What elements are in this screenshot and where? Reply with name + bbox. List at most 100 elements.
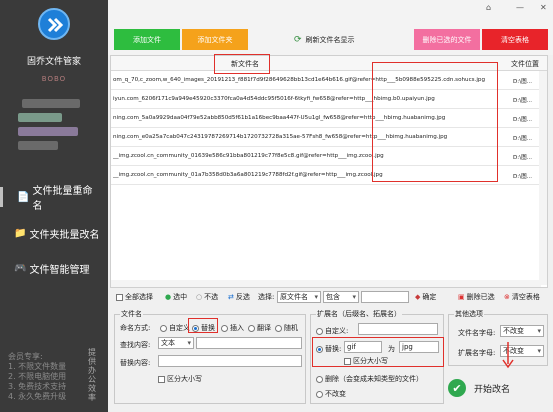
add-file-button[interactable]: 添加文件 — [114, 29, 180, 50]
nav-smart-manage[interactable]: 🎮 文件智能管理 — [14, 258, 108, 278]
mode-translate-radio[interactable]: 翻译 — [248, 323, 271, 333]
refresh-label: 刷新文件名显示 — [305, 35, 355, 44]
check-selected-button[interactable]: ● 选中 — [165, 292, 187, 302]
cell-location: D:\图... — [513, 117, 533, 123]
delete-label: 删除已选 — [466, 293, 495, 301]
skin-icon[interactable]: ⌂ — [486, 3, 491, 12]
find-type-select[interactable]: 文本 — [158, 337, 194, 349]
refresh-filenames-button[interactable]: ⟳ 刷新文件名显示 — [294, 29, 390, 50]
table-row[interactable]: ning.com_5a0a9929daa04f79e52abb850d5f61b… — [111, 109, 547, 128]
member-promo: 会员专享: 1. 不限文件数量 2. 不限电脑使用 3. 免费技术支持 4. 永… — [8, 352, 84, 402]
vertical-scrollbar[interactable] — [539, 71, 547, 285]
radio-icon — [275, 324, 282, 332]
table-row[interactable]: __img.zcool.cn_community_01639e586c91bba… — [111, 147, 547, 166]
ext-replace-join: 为 — [388, 345, 395, 353]
check-circle-icon: ● — [165, 293, 172, 301]
filename-letter-case-select[interactable]: 不改变 — [500, 325, 544, 337]
radio-selected-icon — [192, 324, 199, 332]
select-label: 选择: — [258, 293, 275, 301]
table-row[interactable]: __img.zcool.cn_community_01a7b358d0b3a6a… — [111, 166, 547, 185]
minimize-icon[interactable]: — — [516, 3, 524, 12]
file-table[interactable]: 新文件名 文件位置 om_q_70,c_zoom,w_640_images_20… — [110, 55, 548, 288]
delete-icon: ▣ — [458, 293, 465, 301]
filename-group-title: 文件名 — [120, 309, 143, 319]
uncheck-label: 不选 — [204, 293, 219, 301]
extension-group-title: 扩展名（后缀名、拓展名） — [316, 309, 402, 319]
cell-new-name: ning.com_5a0a9929daa04f79e52abb850d5f61b… — [113, 115, 446, 121]
ext-delete-radio[interactable]: 删除（会变成未知类型的文件） — [316, 374, 423, 384]
uncheck-button[interactable]: ○ 不选 — [196, 292, 218, 302]
mode-insert-radio[interactable]: 插入 — [221, 323, 244, 333]
checkbox-icon — [344, 357, 351, 365]
promo-line: 1. 不限文件数量 — [8, 362, 67, 371]
confirm-icon: ◆ — [415, 293, 421, 301]
ext-case-checkbox[interactable]: 区分大小写 — [344, 356, 388, 366]
promo-vertical-text: 提供办公效率 — [88, 348, 96, 402]
user-name: BOBO — [41, 75, 67, 83]
replace-content-label: 替换内容: — [120, 359, 151, 367]
filter-field-select[interactable]: 原文件名 — [277, 291, 321, 303]
other-options-group — [448, 314, 548, 366]
checkmark-icon: ✔ — [448, 379, 466, 397]
checkbox-icon — [116, 293, 123, 301]
blurred-account-info — [18, 141, 58, 150]
ext-custom-input[interactable] — [358, 323, 438, 335]
promo-line: 3. 免费技术支持 — [8, 382, 67, 391]
cell-location: D:\图... — [513, 79, 533, 85]
ext-delete-label: 删除（会变成未知类型的文件） — [325, 375, 423, 383]
other-options-title: 其他选项 — [454, 309, 484, 319]
ext-replace-to-input[interactable]: jpg — [399, 341, 439, 353]
clear-table-button[interactable]: 清空表格 — [482, 29, 548, 50]
close-icon[interactable]: ✕ — [540, 3, 547, 12]
ext-keep-radio[interactable]: 不改变 — [316, 389, 346, 399]
select-all-label: 全部选择 — [125, 293, 153, 301]
ext-replace-from-input[interactable]: gif — [344, 341, 382, 353]
mode-option-label: 翻译 — [257, 324, 271, 332]
invert-label: 反选 — [235, 293, 250, 301]
ext-keep-label: 不改变 — [325, 390, 346, 398]
ext-case-label: 区分大小写 — [353, 357, 388, 365]
nav-batch-rename[interactable]: 📄 文件批量重命名 — [0, 186, 94, 212]
nav-label: 文件夹批量改名 — [29, 229, 100, 241]
table-row[interactable]: ning.com_e0a25a7cab047c24319787269714b17… — [111, 128, 547, 147]
radio-icon — [316, 390, 323, 398]
cell-new-name: om_q_70,c_zoom,w_640_images_20191213_f88… — [113, 77, 486, 83]
select-all-checkbox[interactable]: 全部选择 — [116, 292, 153, 302]
promo-line: 2. 不限电脑使用 — [8, 372, 67, 381]
radio-icon — [248, 324, 255, 332]
nav-folder-rename[interactable]: 📁 文件夹批量改名 — [14, 223, 108, 243]
add-folder-button[interactable]: 添加文件夹 — [182, 29, 248, 50]
delete-selected-button[interactable]: ▣ 删除已选 — [458, 292, 495, 302]
delete-selected-files-button[interactable]: 删除已选的文件 — [414, 29, 480, 50]
table-row[interactable]: iyun.com_6206f171c9a949e45920c3370fca0a4… — [111, 90, 547, 109]
radio-selected-icon — [316, 345, 323, 353]
ext-custom-radio[interactable]: 自定义: — [316, 326, 348, 336]
start-rename-button[interactable]: ✔ 开始改名 — [448, 374, 544, 402]
col-new-name[interactable]: 新文件名 — [231, 59, 259, 69]
mode-random-radio[interactable]: 随机 — [275, 323, 298, 333]
find-content-label: 查找内容: — [120, 341, 151, 349]
col-location[interactable]: 文件位置 — [511, 59, 539, 69]
find-content-input[interactable] — [196, 337, 302, 349]
blurred-account-info — [22, 99, 80, 108]
uncheck-icon: ○ — [196, 293, 203, 301]
filename-case-checkbox[interactable]: 区分大小写 — [158, 374, 202, 384]
confirm-filter-button[interactable]: ◆ 确定 — [415, 292, 436, 302]
clear-table-small-button[interactable]: ⊗ 清空表格 — [504, 292, 540, 302]
filter-text-input[interactable] — [361, 291, 409, 303]
mode-custom-radio[interactable]: 自定义 — [160, 323, 190, 333]
gamepad-icon: 🎮 — [14, 262, 27, 274]
promo-line: 4. 永久免费升级 — [8, 392, 67, 401]
horizontal-scrollbar[interactable] — [111, 280, 541, 287]
table-header: 新文件名 文件位置 — [111, 56, 547, 71]
ext-replace-radio[interactable]: 替换: — [316, 344, 341, 354]
ext-custom-label: 自定义: — [325, 327, 349, 335]
filter-mode-select[interactable]: 包含 — [323, 291, 359, 303]
invert-button[interactable]: ⇄ 反选 — [228, 292, 250, 302]
table-row[interactable]: om_q_70,c_zoom,w_640_images_20191213_f88… — [111, 71, 547, 90]
sidebar: 固乔文件管家 BOBO 📄 文件批量重命名 📁 文件夹批量改名 🎮 文件智能管理… — [0, 0, 108, 412]
case-label: 区分大小写 — [167, 375, 202, 383]
replace-content-input[interactable] — [158, 355, 302, 367]
mode-option-label: 插入 — [230, 324, 244, 332]
mode-replace-radio[interactable]: 替换 — [192, 323, 215, 333]
